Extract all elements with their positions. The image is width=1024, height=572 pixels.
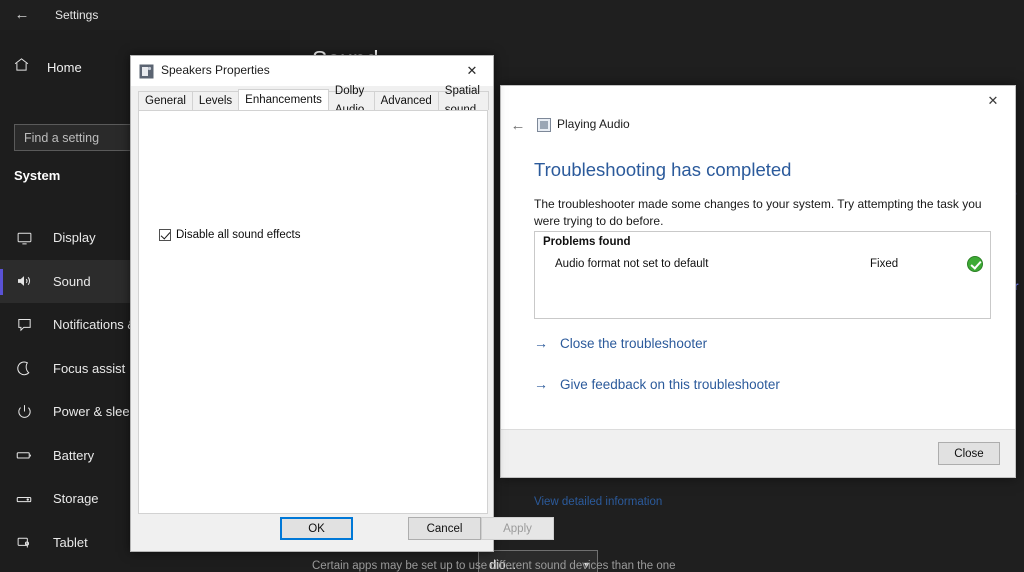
troubleshooter-window: ✕ ← Playing Audio Troubleshooting has co… — [500, 85, 1016, 508]
sidebar-item-multitasking[interactable]: Multitasking — [0, 564, 290, 572]
home-icon — [13, 56, 30, 78]
enhancements-panel: Disable all sound effects — [138, 110, 488, 514]
notification-icon — [13, 314, 35, 336]
search-placeholder: Find a setting — [24, 130, 100, 145]
arrow-right-icon: → — [534, 376, 548, 392]
problems-found-panel: Problems found Audio format not set to d… — [534, 231, 991, 319]
sidebar-item-label: Power & sleep — [53, 404, 137, 420]
monitor-icon — [13, 227, 35, 249]
moon-icon — [13, 357, 35, 379]
sidebar-home-label: Home — [47, 59, 82, 75]
close-troubleshooter-link[interactable]: → Close the troubleshooter — [534, 335, 707, 351]
tab-enhancements[interactable]: Enhancements — [238, 89, 329, 110]
sidebar-item-label: Tablet — [53, 534, 88, 550]
dialog-titlebar: Speakers Properties ✕ — [131, 56, 493, 86]
troubleshooter-heading: Troubleshooting has completed — [534, 159, 792, 180]
storage-icon — [13, 488, 35, 510]
sidebar-item-label: Battery — [53, 447, 95, 463]
close-icon[interactable]: ✕ — [973, 88, 1013, 114]
screen-root: ← Settings Home Find a setting System Di… — [0, 0, 1024, 572]
dialog-title: Speakers Properties — [161, 63, 270, 77]
sound-footer-note: Certain apps may be set up to use differ… — [312, 560, 676, 572]
dialog-tabs: General Levels Enhancements Dolby Audio … — [138, 85, 489, 116]
tab-levels[interactable]: Levels — [191, 91, 240, 110]
sidebar-item-label: Storage — [53, 491, 99, 507]
link-label: Close the troubleshooter — [560, 335, 708, 351]
troubleshooter-icon — [537, 118, 551, 132]
sidebar-section-label: System — [14, 168, 61, 183]
problems-found-title: Problems found — [543, 236, 631, 248]
speaker-icon — [13, 270, 35, 292]
table-row: Audio format not set to default Fixed — [535, 256, 992, 278]
troubleshooter-header-title: Playing Audio — [557, 117, 630, 131]
tablet-icon — [13, 531, 35, 553]
settings-titlebar: ← Settings — [0, 0, 1024, 30]
sidebar-item-label: Focus assist — [53, 360, 126, 376]
close-icon[interactable]: ✕ — [451, 56, 493, 85]
back-arrow-icon[interactable]: ← — [10, 4, 34, 26]
troubleshooter-footer: Close — [501, 429, 1015, 477]
tab-advanced[interactable]: Advanced — [373, 91, 439, 110]
sidebar-item-label: Display — [53, 230, 96, 246]
give-feedback-link[interactable]: → Give feedback on this troubleshooter — [534, 376, 780, 392]
ok-button[interactable]: OK — [280, 517, 353, 540]
speaker-properties-icon — [139, 64, 154, 79]
battery-icon — [13, 444, 35, 466]
dialog-buttons: OK Cancel Apply — [131, 517, 554, 541]
apply-button: Apply — [481, 517, 554, 540]
link-label: Give feedback on this troubleshooter — [560, 376, 780, 392]
problem-name: Audio format not set to default — [555, 258, 709, 270]
back-arrow-icon[interactable]: ← — [507, 114, 529, 136]
troubleshooter-paragraph: The troubleshooter made some changes to … — [534, 197, 982, 228]
cancel-button[interactable]: Cancel — [408, 517, 481, 540]
arrow-right-icon: → — [534, 335, 548, 351]
tab-spatial-sound[interactable]: Spatial sound — [437, 85, 489, 116]
sidebar-item-label: Sound — [53, 273, 91, 289]
problem-status: Fixed — [870, 258, 899, 270]
tab-dolby-audio[interactable]: Dolby Audio — [327, 85, 375, 116]
speakers-properties-dialog: Speakers Properties ✕ General Levels Enh… — [130, 55, 554, 552]
close-button[interactable]: Close — [938, 442, 1000, 465]
tab-general[interactable]: General — [138, 91, 193, 110]
disable-all-sound-effects-checkbox[interactable] — [159, 229, 171, 241]
view-detailed-information-link[interactable]: View detailed information — [534, 496, 662, 508]
sidebar-item-label: Notifications & — [53, 317, 137, 333]
power-icon — [13, 401, 35, 423]
settings-title: Settings — [55, 8, 99, 22]
green-check-icon — [967, 256, 983, 272]
checkbox-label: Disable all sound effects — [176, 229, 301, 241]
disable-all-sound-effects-row[interactable]: Disable all sound effects — [159, 229, 300, 241]
